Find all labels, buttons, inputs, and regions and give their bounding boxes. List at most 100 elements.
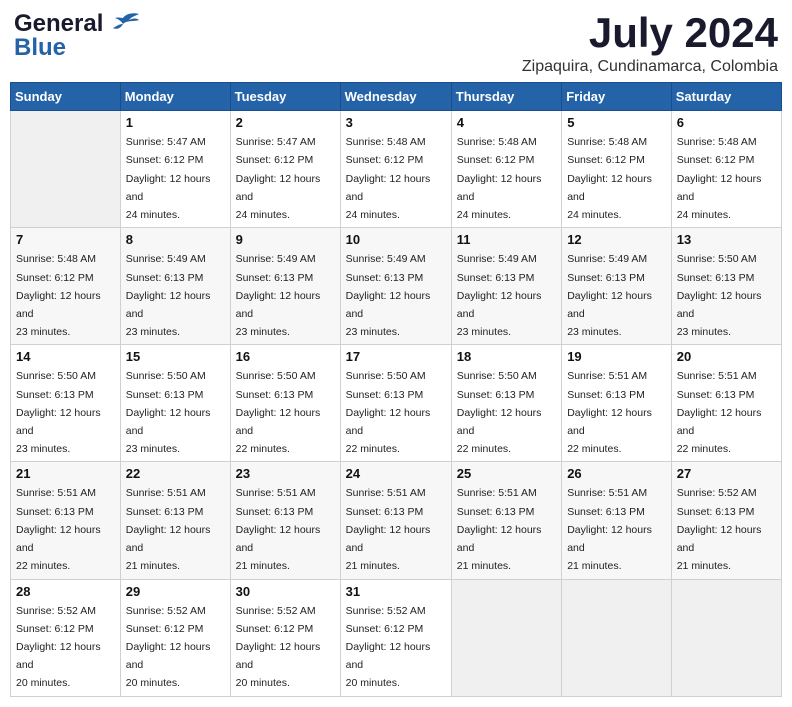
logo: General Blue	[14, 10, 141, 62]
calendar-header-row: Sunday Monday Tuesday Wednesday Thursday…	[11, 83, 782, 111]
day-number: 10	[346, 232, 446, 247]
table-row: 18 Sunrise: 5:50 AMSunset: 6:13 PMDaylig…	[451, 345, 561, 462]
table-row	[451, 579, 561, 696]
day-number: 24	[346, 466, 446, 481]
day-number: 15	[126, 349, 225, 364]
day-sunrise: Sunrise: 5:50 AMSunset: 6:13 PMDaylight:…	[16, 370, 101, 455]
day-sunrise: Sunrise: 5:51 AMSunset: 6:13 PMDaylight:…	[236, 487, 321, 572]
month-year: July 2024	[522, 10, 778, 56]
day-sunrise: Sunrise: 5:48 AMSunset: 6:12 PMDaylight:…	[457, 136, 542, 221]
table-row: 17 Sunrise: 5:50 AMSunset: 6:13 PMDaylig…	[340, 345, 451, 462]
table-row: 13 Sunrise: 5:50 AMSunset: 6:13 PMDaylig…	[671, 228, 781, 345]
day-sunrise: Sunrise: 5:48 AMSunset: 6:12 PMDaylight:…	[677, 136, 762, 221]
table-row: 19 Sunrise: 5:51 AMSunset: 6:13 PMDaylig…	[562, 345, 672, 462]
location: Zipaquira, Cundinamarca, Colombia	[522, 58, 778, 76]
header-saturday: Saturday	[671, 83, 781, 111]
day-sunrise: Sunrise: 5:49 AMSunset: 6:13 PMDaylight:…	[126, 253, 211, 338]
table-row	[11, 111, 121, 228]
table-row: 14 Sunrise: 5:50 AMSunset: 6:13 PMDaylig…	[11, 345, 121, 462]
day-number: 18	[457, 349, 556, 364]
day-number: 1	[126, 115, 225, 130]
table-row: 22 Sunrise: 5:51 AMSunset: 6:13 PMDaylig…	[120, 462, 230, 579]
calendar-table: Sunday Monday Tuesday Wednesday Thursday…	[10, 82, 782, 696]
table-row: 25 Sunrise: 5:51 AMSunset: 6:13 PMDaylig…	[451, 462, 561, 579]
day-sunrise: Sunrise: 5:48 AMSunset: 6:12 PMDaylight:…	[567, 136, 652, 221]
day-sunrise: Sunrise: 5:52 AMSunset: 6:13 PMDaylight:…	[677, 487, 762, 572]
day-number: 26	[567, 466, 666, 481]
day-sunrise: Sunrise: 5:50 AMSunset: 6:13 PMDaylight:…	[346, 370, 431, 455]
day-number: 7	[16, 232, 115, 247]
day-number: 31	[346, 584, 446, 599]
table-row: 6 Sunrise: 5:48 AMSunset: 6:12 PMDayligh…	[671, 111, 781, 228]
day-sunrise: Sunrise: 5:50 AMSunset: 6:13 PMDaylight:…	[457, 370, 542, 455]
table-row: 23 Sunrise: 5:51 AMSunset: 6:13 PMDaylig…	[230, 462, 340, 579]
day-sunrise: Sunrise: 5:52 AMSunset: 6:12 PMDaylight:…	[16, 605, 101, 690]
day-number: 2	[236, 115, 335, 130]
table-row: 21 Sunrise: 5:51 AMSunset: 6:13 PMDaylig…	[11, 462, 121, 579]
table-row: 10 Sunrise: 5:49 AMSunset: 6:13 PMDaylig…	[340, 228, 451, 345]
table-row: 20 Sunrise: 5:51 AMSunset: 6:13 PMDaylig…	[671, 345, 781, 462]
page-header: General Blue July 2024 Zipaquira, Cundin…	[10, 10, 782, 76]
day-number: 28	[16, 584, 115, 599]
day-sunrise: Sunrise: 5:47 AMSunset: 6:12 PMDaylight:…	[236, 136, 321, 221]
day-sunrise: Sunrise: 5:50 AMSunset: 6:13 PMDaylight:…	[677, 253, 762, 338]
header-sunday: Sunday	[11, 83, 121, 111]
table-row: 2 Sunrise: 5:47 AMSunset: 6:12 PMDayligh…	[230, 111, 340, 228]
day-number: 11	[457, 232, 556, 247]
table-row: 16 Sunrise: 5:50 AMSunset: 6:13 PMDaylig…	[230, 345, 340, 462]
day-number: 23	[236, 466, 335, 481]
table-row: 29 Sunrise: 5:52 AMSunset: 6:12 PMDaylig…	[120, 579, 230, 696]
logo-bird-icon	[105, 10, 141, 38]
table-row: 1 Sunrise: 5:47 AMSunset: 6:12 PMDayligh…	[120, 111, 230, 228]
header-friday: Friday	[562, 83, 672, 111]
day-number: 20	[677, 349, 776, 364]
header-wednesday: Wednesday	[340, 83, 451, 111]
day-sunrise: Sunrise: 5:51 AMSunset: 6:13 PMDaylight:…	[346, 487, 431, 572]
day-sunrise: Sunrise: 5:48 AMSunset: 6:12 PMDaylight:…	[16, 253, 101, 338]
calendar-week-row: 7 Sunrise: 5:48 AMSunset: 6:12 PMDayligh…	[11, 228, 782, 345]
day-number: 6	[677, 115, 776, 130]
calendar-week-row: 1 Sunrise: 5:47 AMSunset: 6:12 PMDayligh…	[11, 111, 782, 228]
day-number: 21	[16, 466, 115, 481]
day-sunrise: Sunrise: 5:47 AMSunset: 6:12 PMDaylight:…	[126, 136, 211, 221]
day-number: 30	[236, 584, 335, 599]
day-number: 9	[236, 232, 335, 247]
day-number: 16	[236, 349, 335, 364]
day-sunrise: Sunrise: 5:49 AMSunset: 6:13 PMDaylight:…	[457, 253, 542, 338]
day-sunrise: Sunrise: 5:51 AMSunset: 6:13 PMDaylight:…	[567, 370, 652, 455]
table-row: 3 Sunrise: 5:48 AMSunset: 6:12 PMDayligh…	[340, 111, 451, 228]
day-sunrise: Sunrise: 5:51 AMSunset: 6:13 PMDaylight:…	[126, 487, 211, 572]
table-row: 7 Sunrise: 5:48 AMSunset: 6:12 PMDayligh…	[11, 228, 121, 345]
table-row: 31 Sunrise: 5:52 AMSunset: 6:12 PMDaylig…	[340, 579, 451, 696]
day-number: 14	[16, 349, 115, 364]
day-sunrise: Sunrise: 5:49 AMSunset: 6:13 PMDaylight:…	[567, 253, 652, 338]
table-row: 24 Sunrise: 5:51 AMSunset: 6:13 PMDaylig…	[340, 462, 451, 579]
header-thursday: Thursday	[451, 83, 561, 111]
calendar-week-row: 14 Sunrise: 5:50 AMSunset: 6:13 PMDaylig…	[11, 345, 782, 462]
day-number: 3	[346, 115, 446, 130]
day-number: 5	[567, 115, 666, 130]
day-number: 17	[346, 349, 446, 364]
table-row: 28 Sunrise: 5:52 AMSunset: 6:12 PMDaylig…	[11, 579, 121, 696]
day-sunrise: Sunrise: 5:51 AMSunset: 6:13 PMDaylight:…	[457, 487, 542, 572]
logo-blue: Blue	[14, 34, 66, 62]
day-number: 12	[567, 232, 666, 247]
table-row	[562, 579, 672, 696]
table-row: 5 Sunrise: 5:48 AMSunset: 6:12 PMDayligh…	[562, 111, 672, 228]
day-number: 13	[677, 232, 776, 247]
day-number: 27	[677, 466, 776, 481]
day-sunrise: Sunrise: 5:49 AMSunset: 6:13 PMDaylight:…	[346, 253, 431, 338]
table-row: 30 Sunrise: 5:52 AMSunset: 6:12 PMDaylig…	[230, 579, 340, 696]
day-number: 4	[457, 115, 556, 130]
day-sunrise: Sunrise: 5:49 AMSunset: 6:13 PMDaylight:…	[236, 253, 321, 338]
day-number: 29	[126, 584, 225, 599]
header-tuesday: Tuesday	[230, 83, 340, 111]
day-sunrise: Sunrise: 5:51 AMSunset: 6:13 PMDaylight:…	[677, 370, 762, 455]
day-number: 25	[457, 466, 556, 481]
title-block: July 2024 Zipaquira, Cundinamarca, Colom…	[522, 10, 778, 76]
table-row: 11 Sunrise: 5:49 AMSunset: 6:13 PMDaylig…	[451, 228, 561, 345]
calendar-week-row: 28 Sunrise: 5:52 AMSunset: 6:12 PMDaylig…	[11, 579, 782, 696]
day-sunrise: Sunrise: 5:52 AMSunset: 6:12 PMDaylight:…	[346, 605, 431, 690]
day-sunrise: Sunrise: 5:50 AMSunset: 6:13 PMDaylight:…	[126, 370, 211, 455]
calendar-week-row: 21 Sunrise: 5:51 AMSunset: 6:13 PMDaylig…	[11, 462, 782, 579]
